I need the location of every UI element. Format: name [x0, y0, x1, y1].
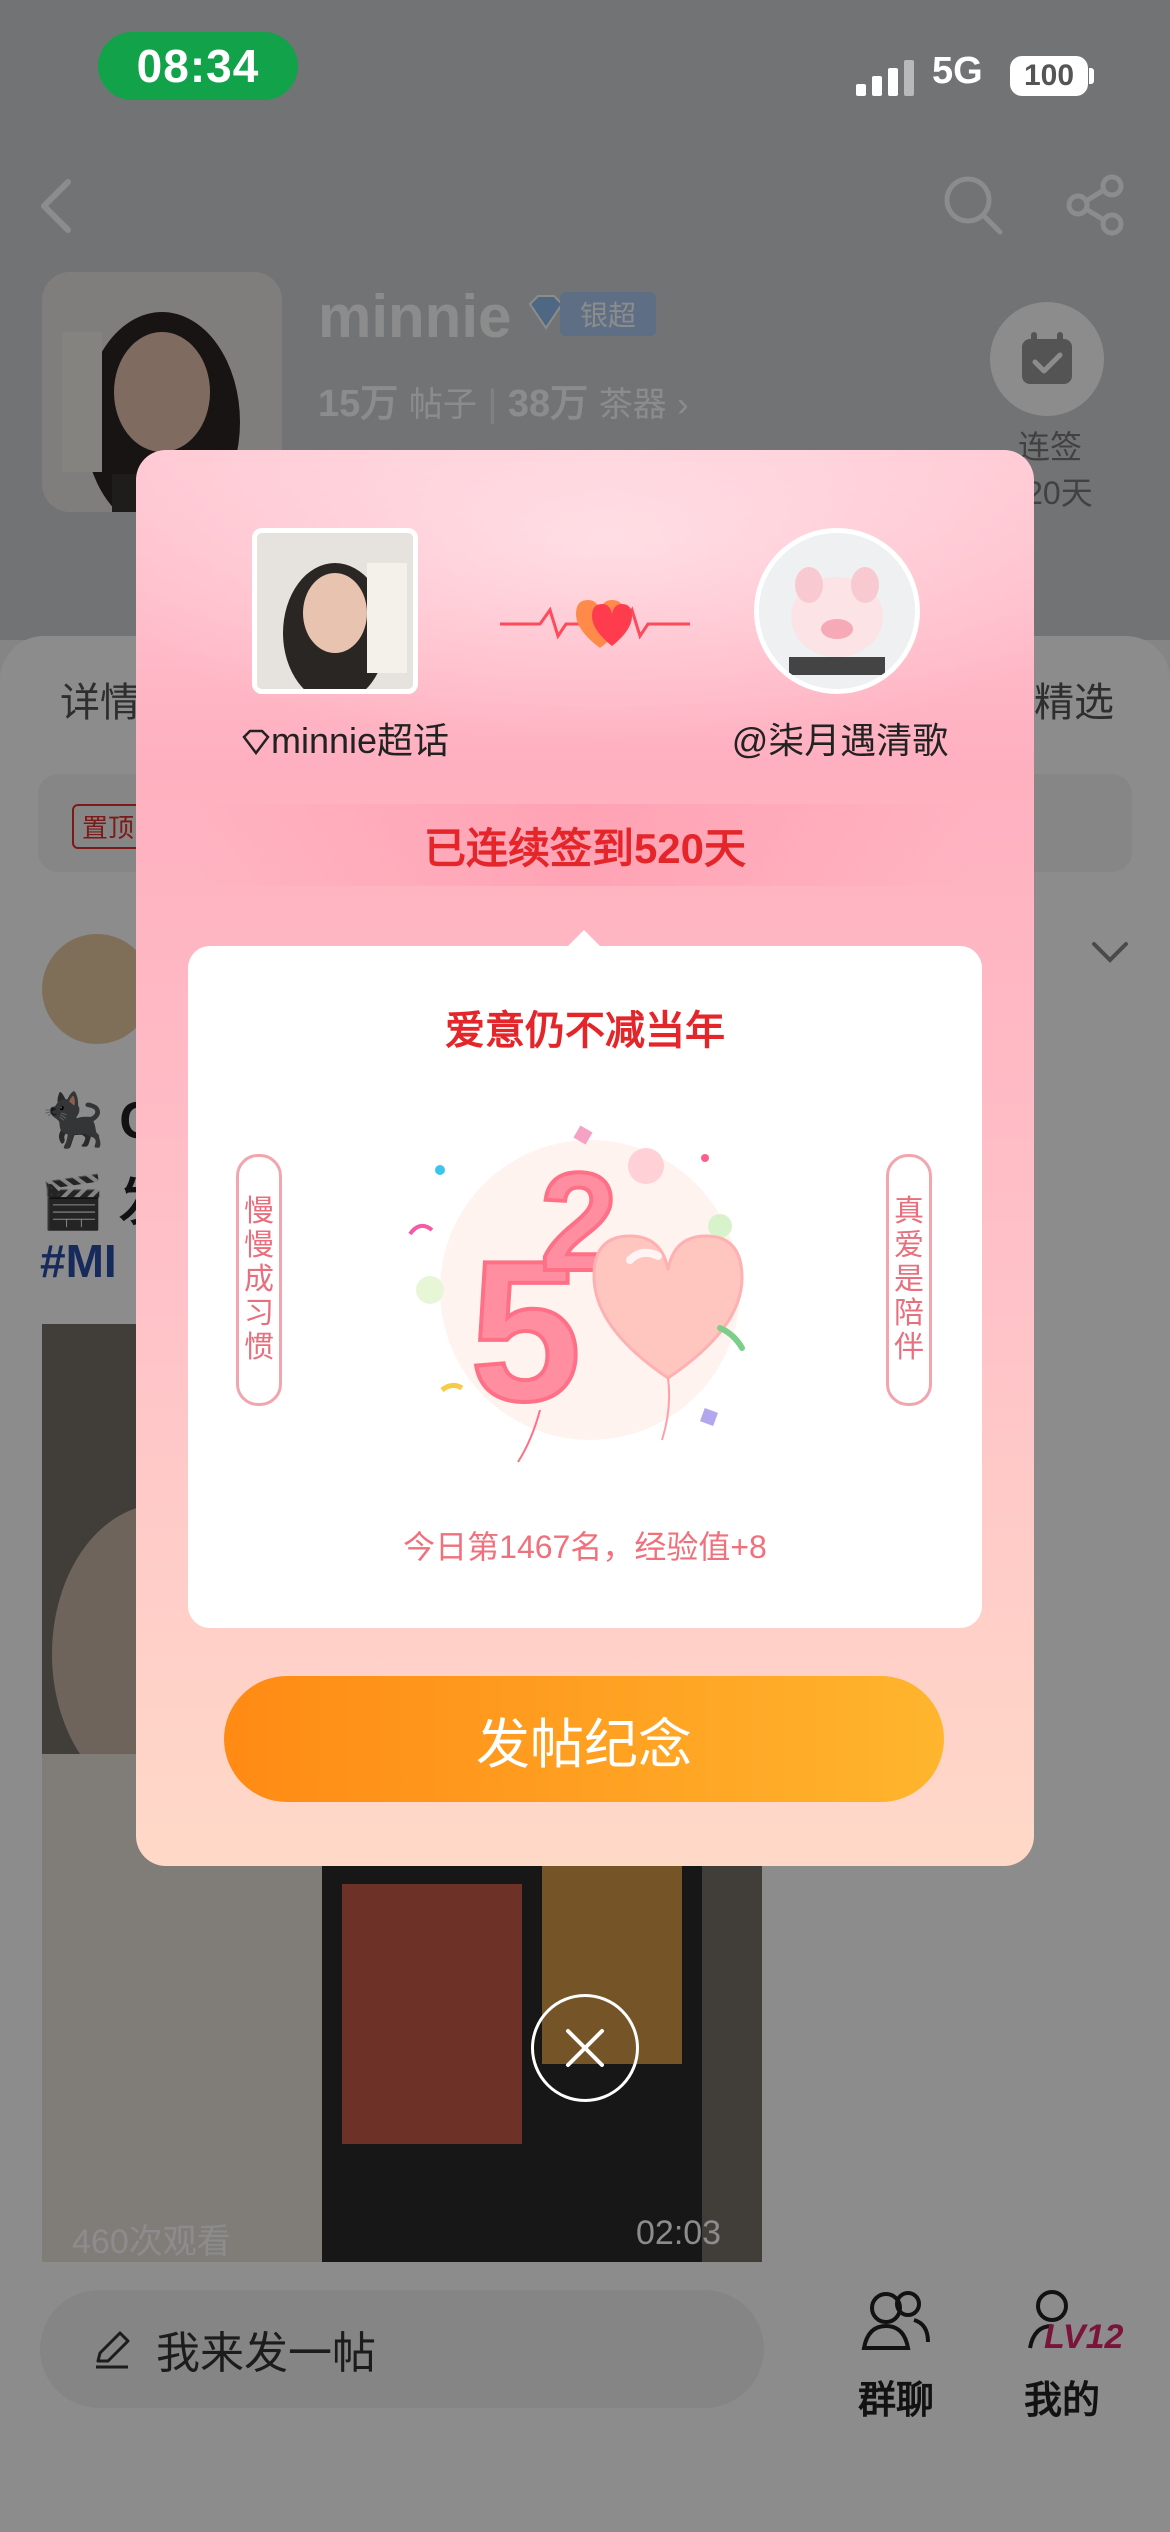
balloon-520-illustration: 5 2 [380, 1110, 800, 1490]
battery-icon: 100 [1010, 56, 1088, 96]
user-name: @柒月遇清歌 [731, 720, 949, 761]
left-scroll-text: 慢慢成习惯 [236, 1154, 282, 1406]
post-commemorate-label: 发帖纪念 [476, 1714, 692, 1775]
supertopic-avatar [252, 528, 418, 694]
post-commemorate-button[interactable]: 发帖纪念 [224, 1676, 944, 1802]
streak-banner: 已连续签到520天 [196, 804, 974, 886]
card-title: 爱意仍不减当年 [445, 1009, 725, 1053]
close-button[interactable] [531, 1994, 639, 2102]
rank-text: 今日第1467名，经验值+8 [403, 1529, 767, 1565]
supertopic-name: minnie超话 [220, 712, 470, 764]
user-avatar [754, 528, 920, 694]
signal-icon [856, 56, 914, 96]
streak-text: 已连续签到520天 [423, 824, 747, 872]
network-type: 5G [932, 50, 983, 92]
diamond-icon [242, 729, 270, 756]
battery-tip [1089, 68, 1094, 84]
right-scroll-text: 真爱是陪伴 [886, 1154, 932, 1406]
close-icon [566, 2029, 604, 2067]
status-time: 08:34 [98, 32, 298, 100]
heartbeat-icon [500, 586, 690, 662]
